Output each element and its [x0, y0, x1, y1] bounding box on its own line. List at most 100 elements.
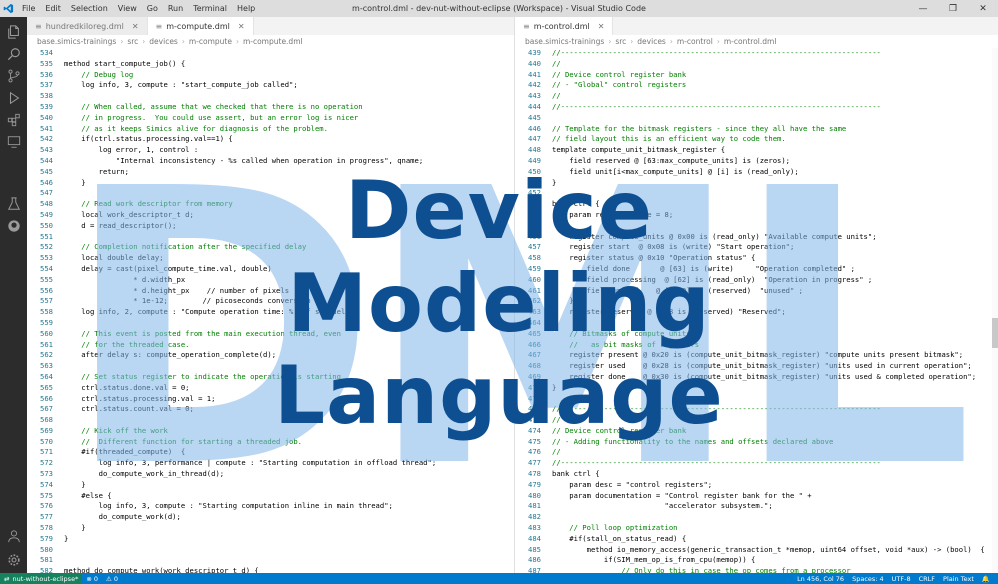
editor-tab[interactable]: ≡ m-compute.dml ✕	[147, 17, 254, 35]
breadcrumb-item[interactable]: base.simics-trainings	[37, 37, 116, 46]
line-number: 541	[40, 123, 53, 133]
line-ending[interactable]: CRLF	[915, 575, 939, 583]
line-number: 478	[528, 469, 541, 479]
maximize-button[interactable]: ❐	[938, 0, 968, 17]
code-line: 542 if(ctrl.status.processing.val==1) {	[27, 134, 514, 145]
remote-icon: ⇄	[4, 574, 10, 583]
line-number: 536	[40, 69, 53, 79]
code-text: #else {	[64, 490, 112, 500]
left-tab-bar: ≡ hundredkiloreg.dml ✕ ≡ m-compute.dml ✕	[27, 17, 514, 35]
code-text: //--------------------------------------…	[552, 48, 881, 57]
code-line: 446 // Template for the bitmask registers…	[515, 124, 998, 135]
tab-label: m-control.dml	[533, 21, 590, 31]
breadcrumb-item[interactable]: devices	[149, 37, 178, 46]
menu-terminal[interactable]: Terminal	[188, 4, 232, 13]
line-number: 447	[528, 134, 541, 144]
code-line: 539 // When called, assume that we check…	[27, 102, 514, 113]
line-number: 577	[40, 512, 53, 522]
line-number: 483	[528, 523, 541, 533]
line-number: 448	[528, 145, 541, 155]
breadcrumb-chevron-icon: ›	[181, 37, 185, 46]
account-icon[interactable]	[0, 525, 27, 547]
code-text: //	[552, 91, 561, 101]
close-tab-icon[interactable]: ✕	[598, 22, 605, 31]
code-text: //	[552, 447, 561, 457]
errors-count[interactable]: ⊗ 0	[82, 575, 102, 583]
menu-selection[interactable]: Selection	[66, 4, 113, 13]
search-icon[interactable]	[0, 43, 27, 65]
cursor-position[interactable]: Ln 456, Col 76	[793, 575, 848, 583]
code-line: 444 //-----------------------------------…	[515, 102, 998, 113]
menu-go[interactable]: Go	[142, 4, 163, 13]
breadcrumb-item[interactable]: src	[615, 37, 626, 46]
code-line: 481 "accelerator subsystem.";	[515, 501, 998, 512]
file-icon: ≡	[35, 21, 42, 31]
line-number: 571	[40, 447, 53, 457]
breadcrumb-chevron-icon: ›	[120, 37, 124, 46]
extensions-icon[interactable]	[0, 109, 27, 131]
code-line: 535 method start_compute_job() {	[27, 59, 514, 70]
breadcrumb-item[interactable]: src	[127, 37, 138, 46]
line-number: 576	[40, 501, 53, 511]
code-text: // Device control register bank	[552, 69, 687, 79]
code-text: // field layout this is an efficient way…	[552, 134, 786, 144]
editor-tab[interactable]: ≡ m-control.dml ✕	[515, 17, 614, 35]
line-number: 535	[40, 58, 53, 68]
breadcrumb-chevron-icon: ›	[235, 37, 239, 46]
breadcrumb-item[interactable]: m-control.dml	[724, 37, 777, 46]
code-text: log error, 1, control :	[64, 145, 199, 155]
breadcrumb-item[interactable]: m-control	[677, 37, 713, 46]
code-text: method start_compute_job() {	[64, 58, 186, 68]
files-icon[interactable]	[0, 21, 27, 43]
code-text: param documentation = "Control register …	[552, 490, 812, 500]
close-tab-icon[interactable]: ✕	[238, 22, 245, 31]
code-text: log info, 3, performance | compute : "St…	[64, 458, 437, 468]
breadcrumb-item[interactable]: m-compute.dml	[243, 37, 303, 46]
encoding[interactable]: UTF-8	[888, 575, 915, 583]
line-number: 575	[40, 490, 53, 500]
breadcrumb-item[interactable]: devices	[637, 37, 666, 46]
menu-file[interactable]: File	[17, 4, 40, 13]
minimize-button[interactable]: —	[908, 0, 938, 17]
notifications-bell-icon[interactable]: 🔔	[978, 575, 994, 583]
code-text: #if(stall_on_status_read) {	[552, 533, 687, 543]
close-tab-icon[interactable]: ✕	[132, 22, 139, 31]
code-text: log info, 3, compute : "start_compute_jo…	[64, 80, 298, 90]
code-text: #if(threaded_compute) {	[64, 447, 186, 457]
tab-label: hundredkiloreg.dml	[45, 21, 124, 31]
code-line: 541 // as it keeps Simics alive for diag…	[27, 124, 514, 135]
code-text: log info, 3, compute : "Starting computa…	[64, 501, 393, 511]
indentation[interactable]: Spaces: 4	[848, 575, 888, 583]
line-number: 539	[40, 101, 53, 111]
code-text: // in progress. You could use assert, bu…	[64, 112, 359, 122]
code-text: template compute_unit_bitmask_register {	[552, 145, 726, 155]
language-mode[interactable]: Plain Text	[939, 575, 978, 583]
remote-explorer-icon[interactable]	[0, 131, 27, 153]
breadcrumb-item[interactable]: base.simics-trainings	[525, 37, 604, 46]
code-line: 572 log info, 3, performance | compute :…	[27, 458, 514, 469]
remote-indicator[interactable]: ⇄ nut-without-eclipse*	[0, 573, 83, 584]
settings-gear-icon[interactable]	[0, 549, 27, 571]
breadcrumb-item[interactable]: m-compute	[189, 37, 232, 46]
code-text: //--------------------------------------…	[552, 458, 881, 468]
code-text: //	[552, 58, 561, 68]
breadcrumb-chevron-icon: ›	[608, 37, 612, 46]
line-number: 485	[528, 544, 541, 554]
menu-edit[interactable]: Edit	[40, 4, 66, 13]
run-debug-icon[interactable]	[0, 87, 27, 109]
line-number: 580	[40, 544, 53, 554]
file-icon: ≡	[523, 21, 530, 31]
close-window-button[interactable]: ✕	[968, 0, 998, 17]
line-number: 444	[528, 101, 541, 111]
source-control-icon[interactable]	[0, 65, 27, 87]
editor-tab[interactable]: ≡ hundredkiloreg.dml ✕	[27, 17, 148, 35]
right-breadcrumb: base.simics-trainings › src › devices › m-cont…	[515, 35, 998, 48]
line-number: 441	[528, 69, 541, 79]
code-line: 478 bank ctrl {	[515, 469, 998, 480]
warnings-count[interactable]: ⚠ 0	[102, 575, 122, 583]
menu-run[interactable]: Run	[163, 4, 188, 13]
code-line: 579}	[27, 534, 514, 545]
menu-help[interactable]: Help	[232, 4, 260, 13]
menu-view[interactable]: View	[113, 4, 142, 13]
line-number: 540	[40, 112, 53, 122]
